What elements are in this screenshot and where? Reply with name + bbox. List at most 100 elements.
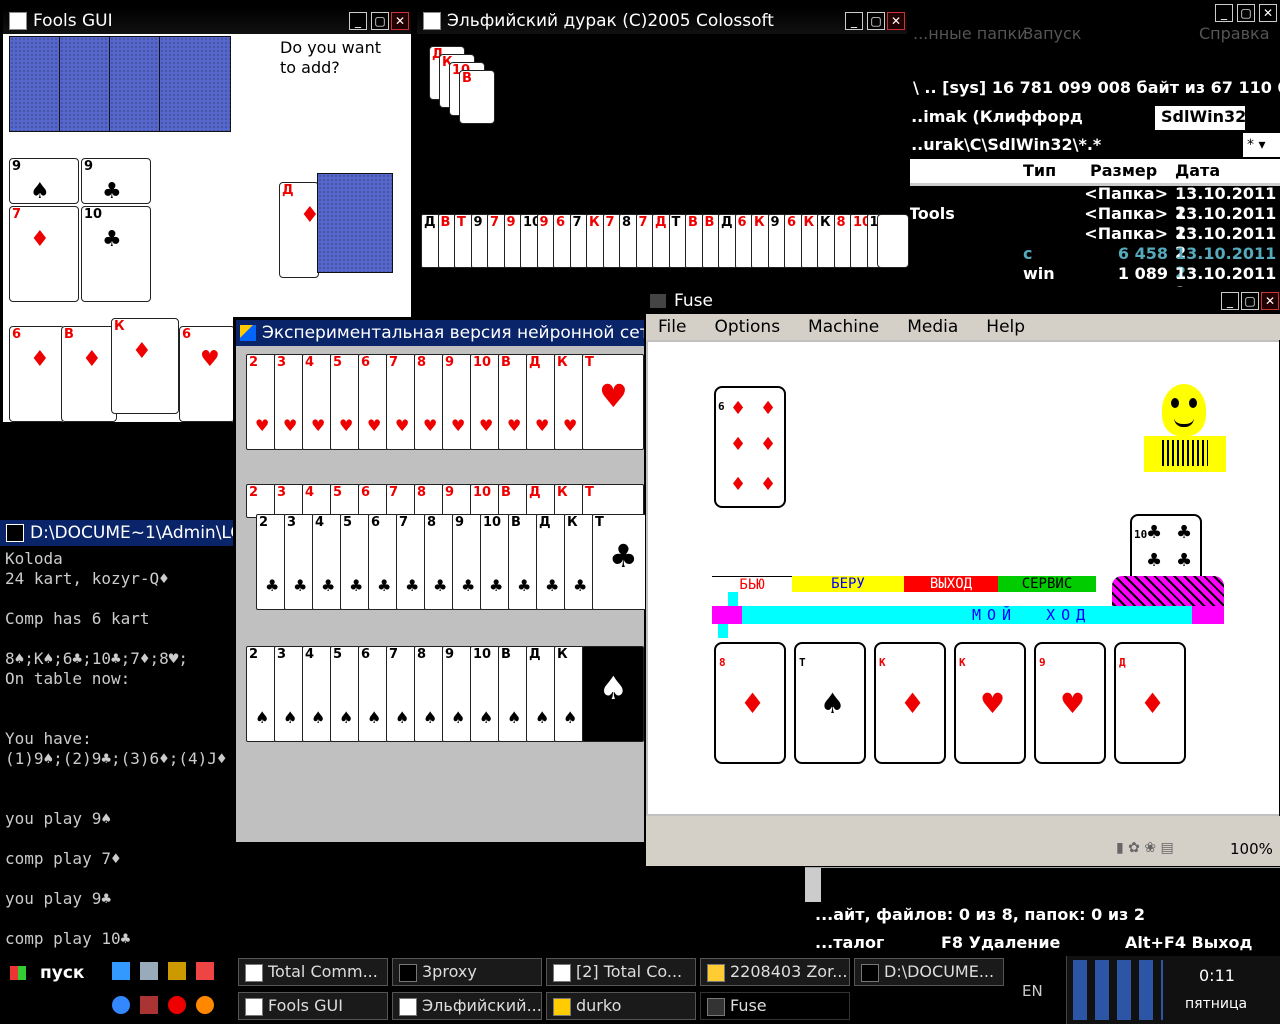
playing-card[interactable]: 6 [358,484,388,518]
menu-media[interactable]: Media [907,314,958,340]
playing-card[interactable]: 10 ♣ [480,514,510,610]
tc-file-row[interactable]: c6 458 13.10.2011 2 [905,244,1280,282]
playing-card[interactable]: Т ♠ [582,646,644,742]
maximize-button[interactable]: ▢ [371,12,389,30]
player-card[interactable]: Т ♠ [794,642,866,764]
playing-card[interactable]: Т [582,484,644,518]
quick-launch-icon[interactable] [196,962,214,980]
menu-file[interactable]: File [658,314,686,340]
player-card[interactable]: К ♥ [954,642,1026,764]
playing-card[interactable]: 4 [302,484,332,518]
player-card[interactable]: 9 ♥ [1034,642,1106,764]
playing-card[interactable]: В ♠ [498,646,528,742]
menu-options[interactable]: Options [714,314,780,340]
tc-scrollbar[interactable] [805,868,821,902]
playing-card[interactable]: Д ♦ [279,182,319,278]
console-title-bar[interactable]: D:\DOCUME~1\Admin\LO [0,520,236,546]
playing-card[interactable]: 7 ♣ [396,514,426,610]
playing-card[interactable]: 6 ♥ [358,354,388,450]
playing-card[interactable]: 2 ♣ [256,514,286,610]
tc-filter-dropdown[interactable]: * ▾ [1243,133,1280,157]
fools-title-bar[interactable]: Fools GUI _ ▢ ✕ [3,8,411,34]
task-total-commander-2[interactable]: [2] Total Co... [546,958,696,986]
playing-card[interactable]: 5 ♥ [330,354,360,450]
menu-help[interactable]: Help [986,314,1025,340]
start-button[interactable]: пуск [0,958,96,988]
playing-card[interactable]: 10 [470,484,500,518]
playing-card[interactable]: Д ♣ [536,514,566,610]
playing-card[interactable]: 3 ♠ [274,646,304,742]
task-fools-gui[interactable]: Fools GUI [238,992,388,1020]
playing-card[interactable]: 7 ♥ [386,354,416,450]
playing-card[interactable]: Т ♥ [582,354,644,450]
playing-card[interactable]: 2 ♠ [246,646,276,742]
tc-col-size[interactable]: Размер [1090,159,1157,183]
tc-fkey-dir[interactable]: ...талог [815,930,884,956]
playing-card[interactable]: 4 ♠ [302,646,332,742]
task-console[interactable]: D:\DOCUME... [854,958,1004,986]
quick-launch-icon[interactable] [168,962,186,980]
close-button[interactable]: ✕ [1259,4,1277,22]
playing-card[interactable]: 2 [246,484,276,518]
player-card[interactable]: 8 ♦ [714,642,786,764]
playing-card[interactable]: 8 ♣ [424,514,454,610]
playing-card[interactable]: К ♠ [554,646,584,742]
playing-card[interactable]: 9 [442,484,472,518]
playing-card[interactable]: 9 ♣ [81,158,151,204]
tc-menu-item[interactable]: Запуск [1023,24,1081,43]
playing-card[interactable]: 3 [274,484,304,518]
task-elf-fool[interactable]: Эльфийский... [392,992,542,1020]
playing-card[interactable]: 8 ♠ [414,646,444,742]
tc-file-row[interactable]: <Папка> 13.10.2011 2 [905,224,1280,262]
playing-card[interactable]: К ♦ [111,318,179,414]
task-durko[interactable]: durko [546,992,696,1020]
maximize-button[interactable]: ▢ [1241,292,1259,310]
ie-icon[interactable] [112,996,130,1014]
playing-card[interactable]: Д ♥ [526,354,556,450]
close-button[interactable]: ✕ [887,12,905,30]
table-card[interactable]: 6 ♦ ♦ ♦ ♦ ♦ ♦ [714,386,786,508]
playing-card[interactable]: 6 ♥ [179,326,235,422]
minimize-button[interactable]: _ [1221,292,1239,310]
tc-tab-right[interactable]: SdlWin32 [1155,106,1246,130]
playing-card[interactable]: 5 [330,484,360,518]
player-card[interactable]: Д ♦ [1114,642,1186,764]
playing-card[interactable]: 8 [414,484,444,518]
playing-card[interactable]: 6 ♦ [9,326,65,422]
playing-card[interactable]: 9 ♠ [442,646,472,742]
task-mail[interactable]: 2208403 Zor... [700,958,850,986]
playing-card[interactable]: Д ♠ [526,646,556,742]
playing-card[interactable]: Д [526,484,556,518]
playing-card[interactable]: 8 ♥ [414,354,444,450]
minimize-button[interactable]: _ [1215,4,1233,22]
playing-card[interactable]: 9 ♥ [442,354,472,450]
playing-card[interactable]: 6 ♠ [358,646,388,742]
tc-file-row[interactable]: Tools <Папка> 13.10.2011 2 [905,204,1280,242]
minimize-button[interactable]: _ [845,12,863,30]
take-button[interactable]: БЕРУ [792,576,904,592]
beat-button[interactable]: БЬЮ [712,576,792,593]
close-button[interactable]: ✕ [1261,292,1279,310]
playing-card[interactable]: 4 ♥ [302,354,332,450]
playing-card[interactable]: 5 ♠ [330,646,360,742]
playing-card[interactable]: 4 ♣ [312,514,342,610]
clock-time[interactable]: 0:11 [1199,966,1235,985]
tc-tab-left[interactable]: ...imak (Клиффорд Саймак) [905,104,1151,152]
quick-launch-icon[interactable] [140,962,158,980]
maximize-button[interactable]: ▢ [867,12,885,30]
playing-card[interactable]: 2 ♥ [246,354,276,450]
tc-fkey-delete[interactable]: F8 Удаление [941,930,1060,956]
tc-file-row[interactable]: <Папка> 13.10.2011 2 [905,184,1280,222]
task-fuse[interactable]: Fuse [700,992,850,1020]
opera-icon[interactable] [168,996,186,1014]
playing-card[interactable]: 10 ♣ [81,206,151,302]
task-total-commander[interactable]: Total Comm... [238,958,388,986]
playing-card[interactable]: В ♦ [61,326,117,422]
tc-col-type[interactable]: Тип [1023,159,1056,183]
playing-card[interactable]: 7 [386,484,416,518]
playing-card[interactable]: 3 ♣ [284,514,314,610]
service-button[interactable]: СЕРВИС [998,576,1096,592]
playing-card[interactable]: 10 ♠ [470,646,500,742]
player-card[interactable]: К ♦ [874,642,946,764]
playing-card[interactable]: К ♥ [554,354,584,450]
